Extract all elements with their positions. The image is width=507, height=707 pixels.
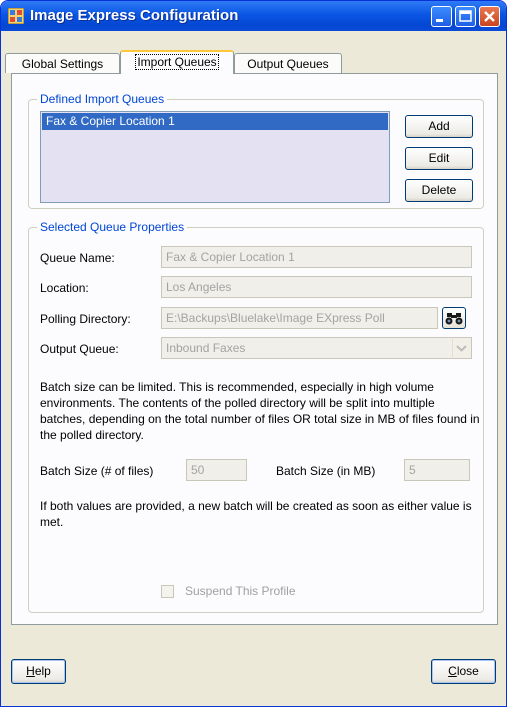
chevron-down-icon	[456, 345, 467, 352]
polling-directory-field[interactable]: E:\Backups\Bluelake\Image EXpress Poll	[161, 307, 438, 329]
browse-button[interactable]	[442, 307, 466, 329]
close-window-button[interactable]	[479, 6, 500, 27]
minimize-button[interactable]	[431, 6, 452, 27]
batch-size-note: Batch size can be limited. This is recom…	[40, 380, 480, 442]
delete-button[interactable]: Delete	[405, 179, 473, 202]
batch-mb-field[interactable]: 5	[404, 459, 470, 481]
binoculars-icon	[445, 313, 463, 325]
tab-global-settings[interactable]: Global Settings	[5, 53, 120, 73]
tab-label: Global Settings	[21, 57, 104, 71]
location-field[interactable]: Los Angeles	[161, 276, 472, 298]
add-button[interactable]: Add	[405, 115, 473, 138]
polling-directory-label: Polling Directory:	[40, 312, 131, 326]
maximize-button[interactable]	[455, 6, 476, 27]
group-title: Selected Queue Properties	[37, 220, 188, 234]
close-icon	[484, 11, 495, 22]
suspend-profile-checkbox[interactable]	[161, 585, 174, 598]
batch-files-field[interactable]: 50	[186, 459, 247, 481]
batch-both-note: If both values are provided, a new batch…	[40, 499, 472, 529]
batch-files-label: Batch Size (# of files)	[40, 464, 154, 478]
close-button[interactable]: Close	[431, 659, 496, 684]
batch-mb-label: Batch Size (in MB)	[276, 464, 376, 478]
close-label-rest: lose	[456, 664, 479, 678]
help-button[interactable]: Help	[11, 659, 66, 684]
suspend-profile-label[interactable]: Suspend This Profile	[185, 584, 296, 598]
window-title: Image Express Configuration	[30, 7, 239, 24]
dropdown-arrow[interactable]	[452, 339, 470, 357]
minimize-icon	[436, 19, 443, 22]
list-item[interactable]: Fax & Copier Location 1	[42, 113, 388, 130]
group-title: Defined Import Queues	[37, 92, 168, 106]
tab-label: Output Queues	[247, 57, 329, 71]
queue-name-label: Queue Name:	[40, 251, 115, 265]
maximize-icon	[459, 10, 472, 22]
tab-output-queues[interactable]: Output Queues	[234, 53, 342, 73]
queue-name-field[interactable]: Fax & Copier Location 1	[161, 246, 472, 268]
help-mnemonic: H	[26, 664, 35, 678]
edit-button[interactable]: Edit	[405, 147, 473, 170]
output-queue-select[interactable]: Inbound Faxes	[161, 337, 472, 359]
close-mnemonic: C	[448, 664, 457, 678]
import-queue-list[interactable]: Fax & Copier Location 1	[40, 111, 390, 203]
output-queue-value: Inbound Faxes	[166, 341, 246, 355]
config-window: Image Express Configuration Global Setti…	[0, 0, 507, 707]
tab-import-queues[interactable]: Import Queues	[120, 50, 234, 74]
help-label-rest: elp	[34, 664, 51, 678]
location-label: Location:	[40, 281, 89, 295]
tab-label: Import Queues	[135, 54, 219, 70]
output-queue-label: Output Queue:	[40, 342, 119, 356]
title-bar[interactable]: Image Express Configuration	[1, 1, 506, 31]
app-icon	[8, 8, 24, 24]
